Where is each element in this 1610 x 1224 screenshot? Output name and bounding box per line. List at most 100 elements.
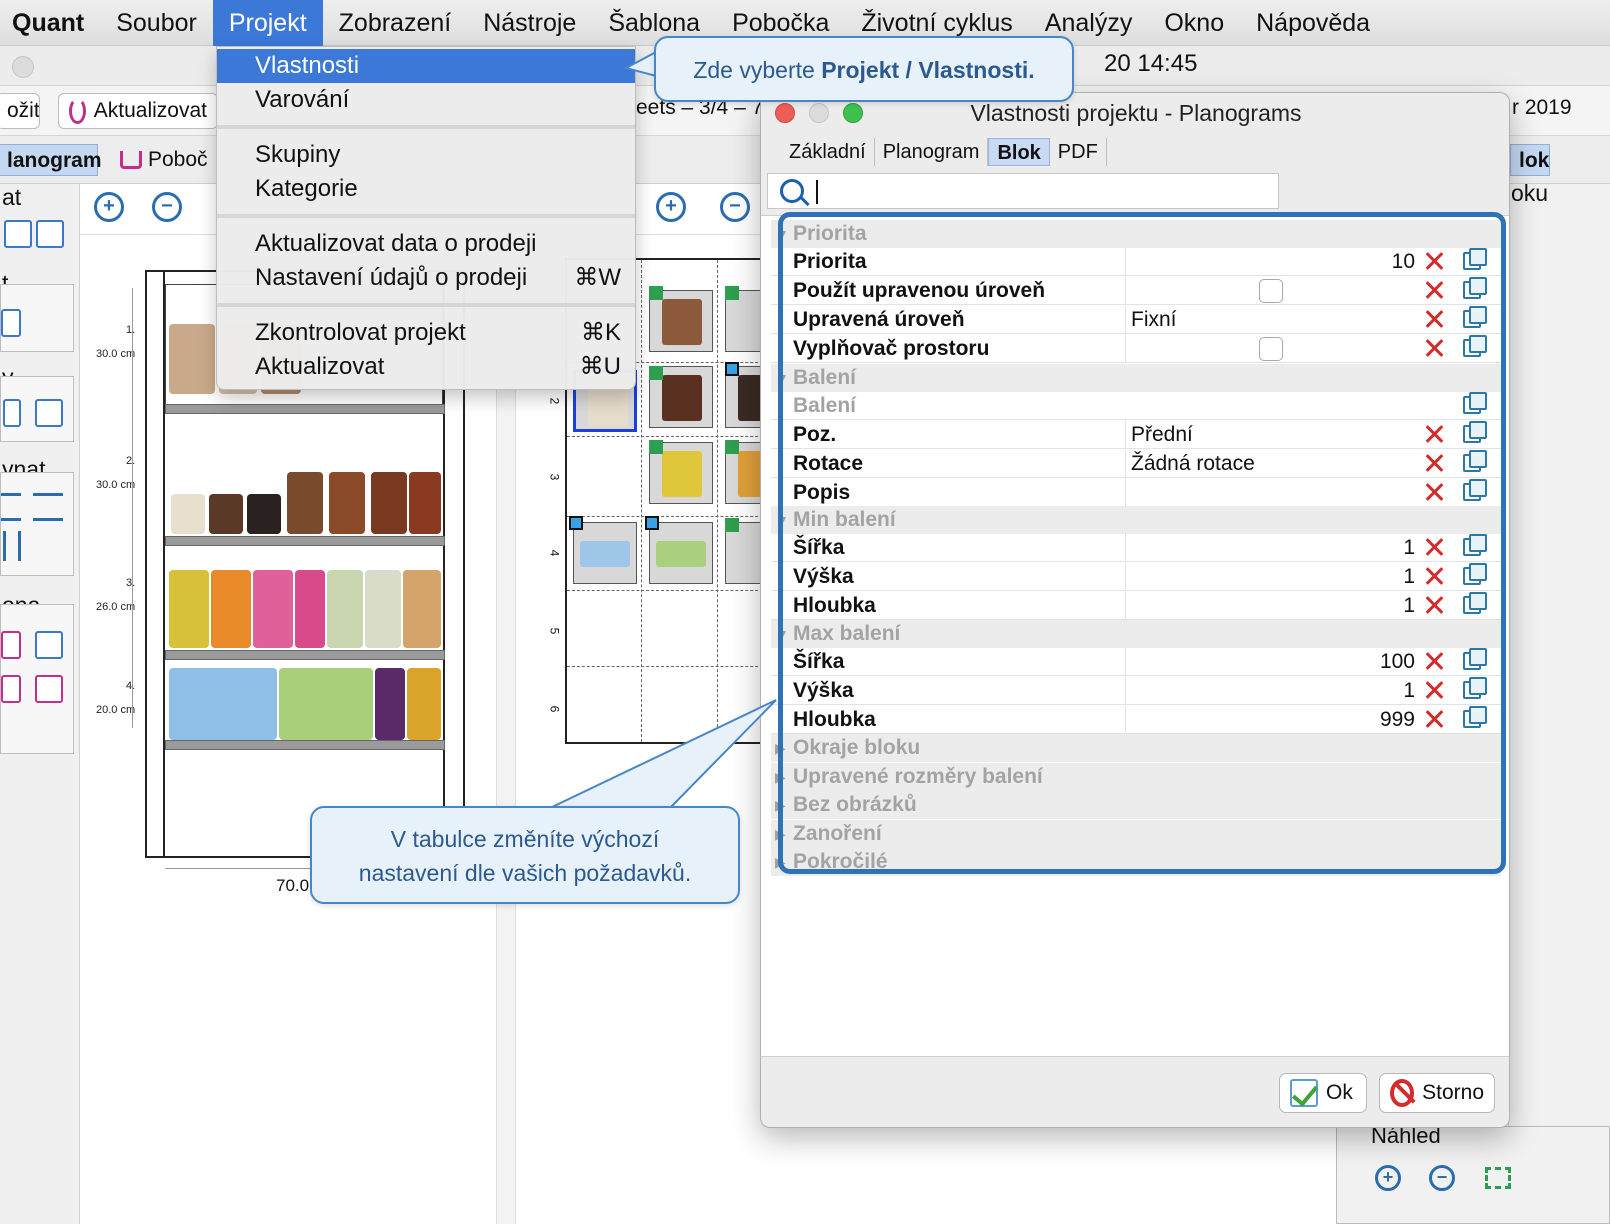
tab-planogram[interactable]: Planogram: [875, 138, 989, 166]
copy-icon[interactable]: [1463, 248, 1487, 270]
menu-item-aktualizovat-data[interactable]: Aktualizovat data o prodeji: [217, 227, 635, 261]
prop-value[interactable]: 1: [1403, 534, 1415, 562]
block-marker[interactable]: [649, 286, 663, 300]
copy-icon[interactable]: [1463, 534, 1487, 556]
delete-row-icon[interactable]: [1, 631, 21, 659]
product-chocolate[interactable]: [209, 494, 243, 534]
menu-item-nastaveni-udaju[interactable]: Nastavení údajů o prodeji ⌘W: [217, 261, 635, 295]
product-chocolate[interactable]: [171, 494, 205, 534]
prop-row-min-vyska[interactable]: Výška 1: [771, 563, 1501, 591]
copy-icon[interactable]: [1463, 450, 1487, 472]
group-okraje-bloku[interactable]: ▶ Okraje bloku: [771, 734, 1501, 762]
product-biscuits[interactable]: [375, 668, 405, 740]
clear-icon[interactable]: [1423, 481, 1445, 503]
product-snack[interactable]: [403, 570, 441, 648]
block-marker-selected[interactable]: [645, 516, 659, 530]
prop-row-poz[interactable]: Poz. Přední: [771, 421, 1501, 449]
grid-cell[interactable]: [649, 522, 713, 584]
table-edit-icon[interactable]: [35, 631, 63, 659]
clear-icon[interactable]: [1423, 594, 1445, 616]
clear-icon[interactable]: [1423, 337, 1445, 359]
app-name[interactable]: Quant: [0, 0, 100, 46]
block-marker[interactable]: [649, 366, 663, 380]
copy-icon[interactable]: [1463, 421, 1487, 443]
product-biscuits[interactable]: [407, 668, 441, 740]
distribute-icon[interactable]: [3, 399, 21, 427]
prop-row-max-vyska[interactable]: Výška 1: [771, 677, 1501, 705]
product-snack[interactable]: [295, 570, 325, 648]
zoom-in-icon-2[interactable]: +: [656, 192, 686, 222]
columns-icon[interactable]: [3, 531, 21, 561]
prop-row-vyplnovac-prostoru[interactable]: Vyplňovač prostoru: [771, 335, 1501, 363]
group-max-baleni[interactable]: ▼ Max balení: [771, 620, 1501, 648]
group-bez-obrazku[interactable]: ▶ Bez obrázků: [771, 791, 1501, 819]
text-field-icon[interactable]: [1, 309, 21, 337]
copy-icon[interactable]: [1463, 648, 1487, 670]
prop-row-min-sirka[interactable]: Šířka 1: [771, 534, 1501, 562]
tab-blok[interactable]: Blok: [988, 138, 1050, 166]
close-button[interactable]: [775, 103, 795, 123]
block-marker[interactable]: [725, 440, 739, 454]
justify-icon[interactable]: [33, 493, 63, 521]
clear-icon[interactable]: [1423, 423, 1445, 445]
zoom-out-icon-2[interactable]: −: [720, 192, 750, 222]
product-biscuits[interactable]: [279, 668, 373, 740]
group-priorita[interactable]: ▼ Priorita: [771, 220, 1501, 248]
menu-item-kategorie[interactable]: Kategorie: [217, 172, 635, 206]
clear-icon[interactable]: [1423, 250, 1445, 272]
clear-icon[interactable]: [1423, 708, 1445, 730]
group-pokrocile[interactable]: ▶ Pokročilé: [771, 848, 1501, 876]
clear-icon[interactable]: [1423, 565, 1445, 587]
tab-right-blok[interactable]: lok: [1510, 144, 1550, 176]
prop-value[interactable]: 10: [1392, 248, 1415, 276]
block-marker-selected[interactable]: [725, 362, 739, 376]
product-snack[interactable]: [253, 570, 293, 648]
clear-icon[interactable]: [1423, 536, 1445, 558]
prop-value[interactable]: 999: [1380, 706, 1415, 734]
ok-button[interactable]: Ok: [1279, 1073, 1367, 1113]
zoom-in-icon[interactable]: +: [94, 192, 124, 222]
copy-icon[interactable]: [1463, 392, 1487, 414]
align-icon[interactable]: [35, 399, 63, 427]
prop-row-rotace[interactable]: Rotace Žádná rotace: [771, 450, 1501, 478]
toolbar-button-apply[interactable]: ožit: [0, 93, 40, 129]
prop-row-pouzit-upravenou-uroven[interactable]: Použít upravenou úroveň: [771, 277, 1501, 305]
menu-nastroje[interactable]: Nástroje: [467, 0, 592, 46]
product-chocolate[interactable]: [329, 472, 365, 534]
menu-projekt[interactable]: Projekt: [212, 0, 323, 46]
block-marker[interactable]: [725, 286, 739, 300]
grid-cell[interactable]: [573, 522, 637, 584]
prop-value[interactable]: Přední: [1131, 421, 1193, 449]
prop-value[interactable]: 1: [1403, 563, 1415, 591]
prop-value[interactable]: 1: [1403, 592, 1415, 620]
window-close-dot[interactable]: [12, 56, 34, 78]
prop-row-priorita[interactable]: Priorita 10: [771, 248, 1501, 276]
menu-okno[interactable]: Okno: [1148, 0, 1240, 46]
product-snack[interactable]: [365, 570, 401, 648]
product-snack[interactable]: [211, 570, 251, 648]
fit-to-screen-icon[interactable]: [1485, 1167, 1511, 1189]
tab-pobocka[interactable]: Poboč: [112, 144, 216, 176]
product-chocolate[interactable]: [371, 472, 407, 534]
prop-row-baleni[interactable]: Balení: [771, 392, 1501, 420]
menu-item-zkontrolovat[interactable]: Zkontrolovat projekt ⌘K: [217, 316, 635, 350]
zoom-out-icon[interactable]: −: [152, 192, 182, 222]
property-search-input[interactable]: [767, 173, 1279, 209]
minimize-button[interactable]: [809, 103, 829, 123]
product-bag[interactable]: [169, 324, 215, 394]
prop-row-max-hloubka[interactable]: Hloubka 999: [771, 706, 1501, 734]
copy-icon[interactable]: [1463, 563, 1487, 585]
select-icon[interactable]: [4, 220, 32, 248]
delete-table-icon[interactable]: [35, 675, 63, 703]
tab-pdf[interactable]: PDF: [1050, 138, 1107, 166]
copy-icon[interactable]: [1463, 335, 1487, 357]
preview-zoom-in-icon[interactable]: +: [1375, 1165, 1401, 1191]
block-marker-selected[interactable]: [569, 516, 583, 530]
prop-checkbox[interactable]: [1259, 337, 1283, 361]
prop-row-min-hloubka[interactable]: Hloubka 1: [771, 592, 1501, 620]
prop-value[interactable]: Žádná rotace: [1131, 450, 1255, 478]
prop-row-max-sirka[interactable]: Šířka 100: [771, 648, 1501, 676]
align-left-icon[interactable]: [1, 493, 21, 521]
clear-icon[interactable]: [1423, 679, 1445, 701]
menu-item-vlastnosti[interactable]: Vlastnosti: [217, 49, 635, 83]
